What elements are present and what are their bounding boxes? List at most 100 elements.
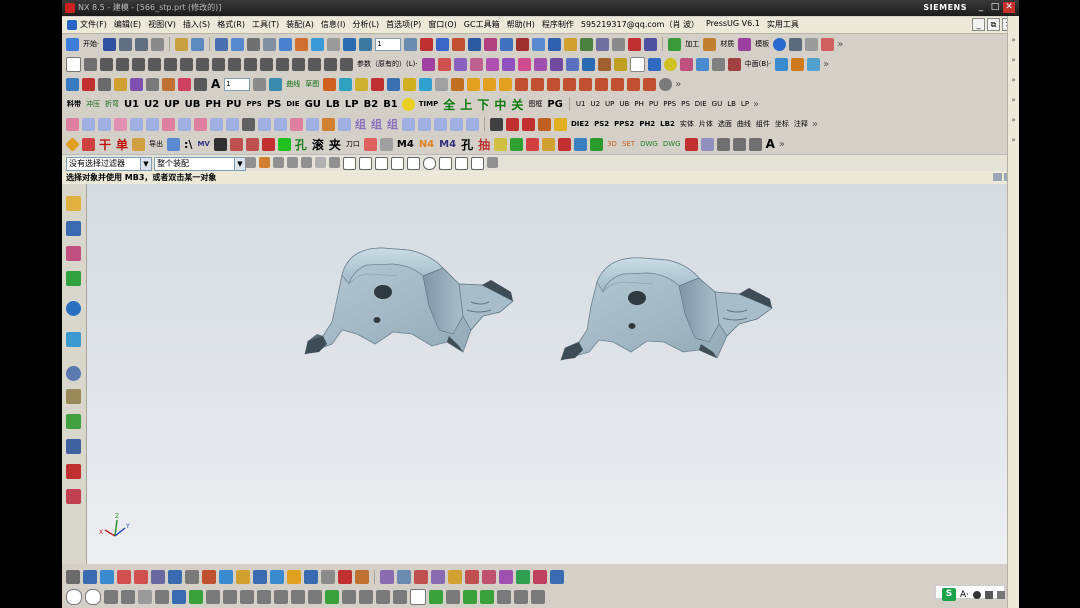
gu-small-button[interactable]: GU <box>711 100 724 108</box>
snap-point-icon[interactable] <box>455 157 468 170</box>
move-object-icon[interactable] <box>178 77 191 91</box>
unbend-icon[interactable] <box>387 77 401 91</box>
expression-icon[interactable] <box>644 37 658 51</box>
point-icon[interactable] <box>84 57 97 71</box>
sketch-polygon-icon[interactable] <box>104 590 118 604</box>
layer-tool-icon[interactable] <box>132 137 146 151</box>
corner-icon[interactable] <box>451 77 465 91</box>
hole-icon[interactable] <box>469 57 483 71</box>
part-navigator-icon[interactable] <box>66 246 81 261</box>
constraint-navigator-icon[interactable] <box>66 221 81 236</box>
machining-label[interactable]: 加工 <box>684 39 700 49</box>
sketch-note-icon[interactable] <box>531 590 545 604</box>
intersect-curve-icon[interactable] <box>308 57 321 71</box>
undo-icon[interactable] <box>119 37 133 51</box>
text-a-button[interactable]: A <box>765 137 776 151</box>
sketch-constraint-icon[interactable] <box>325 590 339 604</box>
sketch-extend-icon[interactable] <box>257 590 271 604</box>
ph-button[interactable]: PH <box>204 99 222 110</box>
sketch-arc-icon[interactable] <box>85 589 101 605</box>
gray-sphere-icon[interactable] <box>659 77 673 91</box>
filter-sheet-button[interactable]: 片体 <box>698 119 714 129</box>
start-button[interactable]: 开始· <box>82 39 100 49</box>
split-body-icon[interactable] <box>613 57 627 71</box>
tool-hh-icon[interactable] <box>700 137 714 151</box>
cylinder-icon[interactable] <box>483 77 497 91</box>
tool-b-icon[interactable] <box>82 117 95 131</box>
system-materials-icon[interactable] <box>66 389 81 404</box>
bend-icon[interactable] <box>371 77 385 91</box>
curve-j-icon[interactable] <box>219 570 233 584</box>
group-1-button[interactable]: 组 <box>354 116 367 132</box>
right-overflow-icon[interactable]: » <box>1009 56 1018 65</box>
menu-program[interactable]: 程序制作 <box>542 19 574 30</box>
menu-help[interactable]: 帮助(H) <box>507 19 535 30</box>
menu-tools[interactable]: 工具(T) <box>252 19 279 30</box>
close-all-button[interactable]: 关 <box>510 96 524 113</box>
rotate-icon[interactable] <box>263 37 277 51</box>
zoom-icon[interactable] <box>231 37 245 51</box>
snap-quadrant-icon[interactable] <box>439 157 452 170</box>
fit-view-icon[interactable] <box>215 37 229 51</box>
rect-select-icon[interactable] <box>301 157 312 168</box>
flat-pattern-icon[interactable] <box>403 77 417 91</box>
reuse-library-icon[interactable] <box>66 271 81 286</box>
curve-q-icon[interactable] <box>338 570 352 584</box>
menu-information[interactable]: 信息(I) <box>321 19 346 30</box>
ps-small-button[interactable]: PS <box>680 100 691 108</box>
tool-n-icon[interactable] <box>274 117 287 131</box>
blank-icon[interactable] <box>146 77 159 91</box>
tool-ee-icon[interactable] <box>558 137 572 151</box>
snap-control-icon[interactable] <box>391 157 404 170</box>
frame-button[interactable]: 图框 <box>527 99 543 109</box>
tools-icon[interactable] <box>628 37 642 51</box>
select-body-icon[interactable] <box>315 157 326 168</box>
sketch-wave-icon[interactable] <box>514 590 528 604</box>
tool-k-icon[interactable] <box>226 117 239 131</box>
die-button[interactable]: DIE <box>285 100 300 108</box>
die2-button[interactable]: DIE2 <box>570 120 590 128</box>
sheet-metal-part-right[interactable] <box>560 257 773 361</box>
curve-a-icon[interactable] <box>66 570 80 584</box>
extend-curve-icon[interactable] <box>292 57 305 71</box>
frustum-icon[interactable] <box>579 77 593 91</box>
set-button[interactable]: SET <box>621 140 636 148</box>
window-icon[interactable] <box>66 77 79 91</box>
ph-small-button[interactable]: PH <box>633 100 645 108</box>
tool-jj-icon[interactable] <box>732 137 746 151</box>
export-button[interactable]: 导出 <box>148 139 164 149</box>
export-icon[interactable] <box>167 137 181 151</box>
active-selection-icon[interactable] <box>548 37 562 51</box>
menu-pressug[interactable]: PressUG V6.1 <box>706 19 760 30</box>
tray-text[interactable]: A· <box>960 590 969 600</box>
curve-tool-label[interactable]: 曲线 <box>285 79 301 89</box>
menu-file[interactable]: 文件(F) <box>80 19 107 30</box>
lp-button[interactable]: LP <box>344 99 360 110</box>
isoparametric-icon[interactable] <box>324 57 337 71</box>
tool-u-icon[interactable] <box>434 117 447 131</box>
curve-m-icon[interactable] <box>270 570 284 584</box>
section-icon[interactable] <box>468 37 482 51</box>
curve-r-icon[interactable] <box>355 570 369 584</box>
template-label[interactable]: 模板 <box>754 39 770 49</box>
surface-c-icon[interactable] <box>414 570 428 584</box>
sketch-pattern-icon[interactable] <box>308 590 322 604</box>
microphone-icon[interactable] <box>973 590 981 599</box>
sketch-line-icon[interactable] <box>172 590 186 604</box>
revolve-icon[interactable] <box>437 57 451 71</box>
tool-c-icon[interactable] <box>98 117 111 131</box>
tool-r-icon[interactable] <box>338 117 351 131</box>
tool-ii-icon[interactable] <box>716 137 730 151</box>
template-icon[interactable] <box>738 37 752 51</box>
tool-d-icon[interactable] <box>114 117 127 131</box>
fillet-curve-icon[interactable] <box>212 57 225 71</box>
chevron-down-icon[interactable]: ▼ <box>140 158 151 170</box>
boolean-icon[interactable] <box>516 37 530 51</box>
filter-icon[interactable] <box>245 157 256 168</box>
tool-g-icon[interactable] <box>162 117 175 131</box>
u2-button[interactable]: U2 <box>143 99 160 110</box>
surface-f-icon[interactable] <box>465 570 479 584</box>
diamond-icon[interactable] <box>66 136 80 152</box>
snap-endpoint-icon[interactable] <box>359 157 372 170</box>
select-curve-icon[interactable] <box>273 157 284 168</box>
